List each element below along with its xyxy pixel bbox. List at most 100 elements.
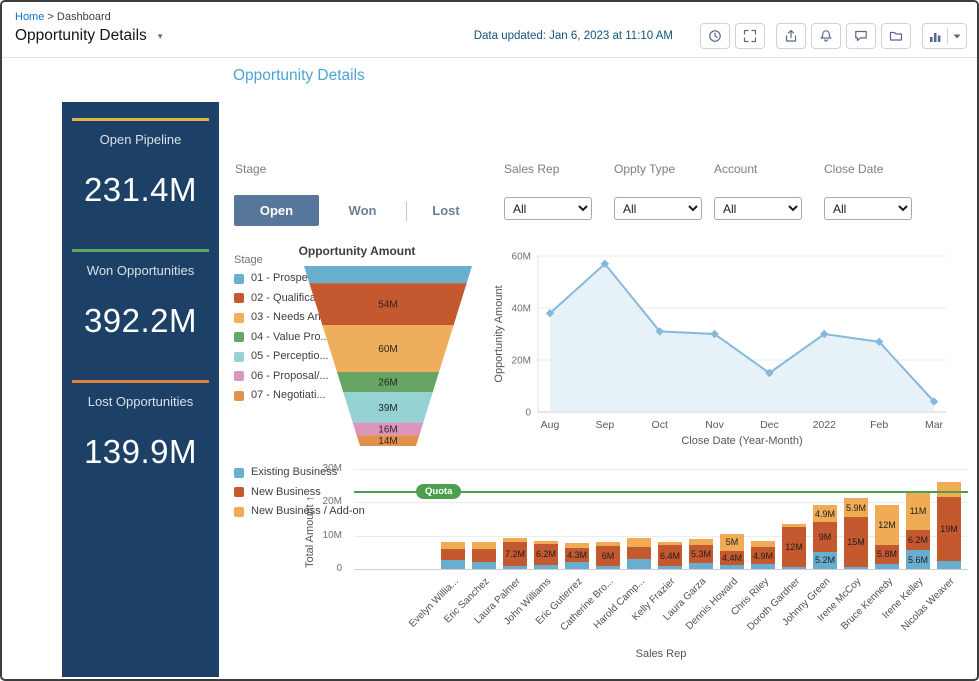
funnel-segment-value: 54M	[378, 300, 397, 311]
sales-rep-select[interactable]: All	[504, 197, 592, 220]
bar-segment-new[interactable]: 4.4M	[720, 551, 744, 566]
funnel-segment-value: 14M	[378, 436, 397, 447]
bar-john-williams[interactable]: 6.2M	[534, 541, 558, 569]
bar-segment-new[interactable]: 6.2M	[906, 530, 930, 551]
legend-swatch	[234, 371, 244, 381]
bar-segment-existing[interactable]	[875, 564, 899, 569]
bar-segment-existing[interactable]	[689, 563, 713, 569]
bar-bruce-kennedy[interactable]: 12M5.8M	[875, 505, 899, 569]
comments-button[interactable]	[846, 23, 876, 49]
stage-won-button[interactable]: Won	[319, 203, 406, 218]
bar-kelly-frazier[interactable]: 6.4M	[658, 542, 682, 569]
bar-segment-new[interactable]: 15M	[844, 517, 868, 567]
bar-segment-new[interactable]: 19M	[937, 497, 961, 560]
funnel-segment[interactable]	[304, 266, 472, 283]
bar-segment-new[interactable]	[627, 547, 651, 559]
x-tick-label: Nov	[705, 419, 724, 431]
x-tick-label: Sep	[596, 419, 615, 431]
bar-segment-addon[interactable]	[937, 482, 961, 497]
notifications-button[interactable]	[811, 23, 841, 49]
y-tick-label: 0	[336, 563, 342, 574]
bar-segment-existing[interactable]: 5.2M	[813, 552, 837, 569]
bar-segment-existing[interactable]	[658, 566, 682, 569]
funnel-chart-title: Opportunity Amount	[264, 244, 450, 258]
bar-irene-kelley[interactable]: 11M6.2M5.6M	[906, 493, 930, 569]
dashboard-heading: Opportunity Details	[233, 67, 365, 85]
save-button[interactable]	[881, 23, 911, 49]
x-axis-line	[354, 569, 968, 570]
share-button[interactable]	[776, 23, 806, 49]
bar-segment-existing[interactable]	[596, 566, 620, 569]
bar-segment-new[interactable]: 6.4M	[658, 545, 682, 566]
bar-laura-palmer[interactable]: 7.2M	[503, 538, 527, 569]
bar-segment-addon[interactable]	[627, 538, 651, 547]
bar-segment-addon[interactable]: 12M	[875, 505, 899, 545]
bar-segment-new[interactable]	[441, 549, 465, 560]
bar-segment-new[interactable]: 5.3M	[689, 545, 713, 563]
y-tick-label: 10M	[323, 530, 342, 541]
stage-toggle-label: Stage	[235, 162, 266, 176]
bar-segment-new[interactable]	[472, 549, 496, 562]
schedule-button[interactable]	[700, 23, 730, 49]
bar-segment-new[interactable]: 7.2M	[503, 542, 527, 566]
bar-segment-addon[interactable]	[472, 542, 496, 549]
bar-nicolas-weaver[interactable]: 19M	[937, 482, 961, 569]
bar-segment-existing[interactable]	[751, 564, 775, 569]
bar-segment-existing[interactable]	[937, 561, 961, 569]
bar-segment-existing[interactable]	[627, 559, 651, 569]
bar-eric-sanchez[interactable]	[472, 542, 496, 569]
chat-icon	[854, 29, 868, 43]
oppty-type-select[interactable]: All	[614, 197, 702, 220]
kpi-lost-opportunities: Lost Opportunities 139.9M	[62, 380, 219, 471]
bar-dennis-howard[interactable]: 5M4.4M	[720, 534, 744, 569]
bar-segment-existing[interactable]	[782, 567, 806, 569]
bar-segment-new[interactable]: 12M	[782, 527, 806, 567]
bar-harold-camp[interactable]	[627, 538, 651, 569]
bar-segment-new[interactable]: 5.8M	[875, 545, 899, 564]
bar-segment-existing[interactable]: 5.6M	[906, 550, 930, 569]
bar-catherine-bro[interactable]: 6M	[596, 542, 620, 569]
gridline	[354, 469, 968, 470]
bar-segment-new[interactable]: 9M	[813, 522, 837, 552]
bar-johnny-green[interactable]: 4.9M9M5.2M	[813, 505, 837, 569]
bar-irene-mccoy[interactable]: 5.9M15M	[844, 498, 868, 569]
present-button[interactable]	[735, 23, 765, 49]
x-tick-label: Aug	[541, 419, 560, 431]
bar-segment-addon[interactable]: 5M	[720, 534, 744, 551]
bar-segment-addon[interactable]: 11M	[906, 493, 930, 530]
breadcrumb-home-link[interactable]: Home	[15, 11, 44, 23]
kpi-label: Open Pipeline	[62, 132, 219, 147]
bar-segment-addon[interactable]	[751, 541, 775, 548]
bar-segment-existing[interactable]	[534, 565, 558, 569]
quota-badge[interactable]: Quota	[416, 484, 461, 499]
bar-evelyn-willia[interactable]	[441, 542, 465, 569]
bar-segment-addon[interactable]: 5.9M	[844, 498, 868, 518]
bar-segment-addon[interactable]: 4.9M	[813, 505, 837, 521]
bar-segment-existing[interactable]	[565, 562, 589, 569]
title-caret-icon[interactable]: ▾	[158, 31, 163, 42]
bar-segment-existing[interactable]	[503, 566, 527, 569]
bar-segment-addon[interactable]	[441, 542, 465, 549]
bar-segment-existing[interactable]	[720, 565, 744, 569]
account-select[interactable]: All	[714, 197, 802, 220]
bar-segment-existing[interactable]	[472, 562, 496, 569]
bar-laura-garza[interactable]: 5.3M	[689, 539, 713, 569]
bar-doroth-gardner[interactable]: 12M	[782, 524, 806, 569]
folder-icon	[889, 29, 903, 43]
x-tick-label: Mar	[925, 419, 944, 431]
close-date-select[interactable]: All	[824, 197, 912, 220]
chart-switcher-button[interactable]	[922, 23, 967, 49]
bar-chris-riley[interactable]: 4.9M	[751, 541, 775, 569]
bar-segment-existing[interactable]	[441, 560, 465, 569]
bar-segment-new[interactable]: 6M	[596, 546, 620, 566]
bar-x-axis-labels: Evelyn Willia...Eric SanchezLaura Palmer…	[354, 576, 968, 654]
bar-segment-existing[interactable]	[844, 567, 868, 569]
bar-eric-gutierrez[interactable]: 4.3M	[565, 543, 589, 569]
legend-swatch	[234, 487, 244, 497]
funnel-segment-value: 60M	[378, 344, 397, 355]
stage-lost-button[interactable]: Lost	[407, 203, 485, 218]
bar-segment-new[interactable]: 4.3M	[565, 548, 589, 562]
bar-segment-new[interactable]: 6.2M	[534, 544, 558, 565]
stage-open-button[interactable]: Open	[234, 195, 319, 226]
bar-segment-new[interactable]: 4.9M	[751, 547, 775, 563]
